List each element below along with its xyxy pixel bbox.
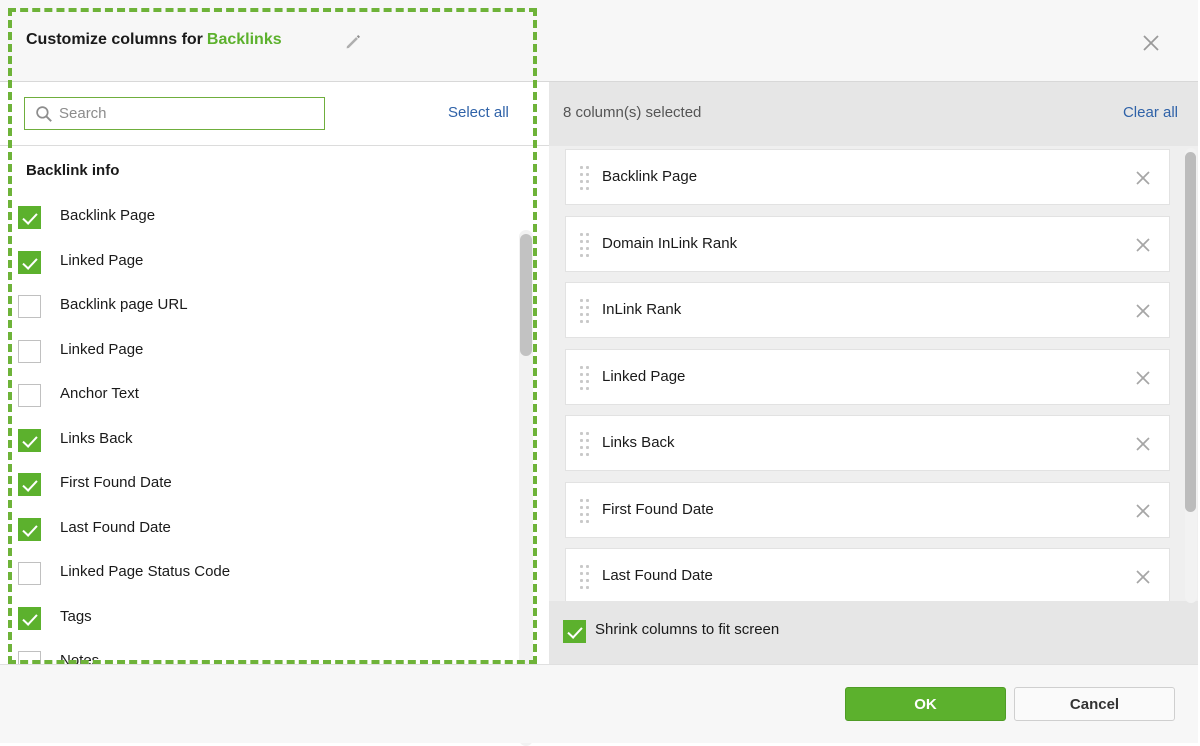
checkbox-checked[interactable] (18, 517, 41, 541)
drag-handle-icon[interactable] (580, 432, 589, 456)
remove-column-icon[interactable] (1133, 567, 1153, 587)
shrink-columns-checkbox[interactable] (563, 620, 586, 643)
drag-handle-icon[interactable] (580, 166, 589, 190)
shrink-columns-label: Shrink columns to fit screen (595, 621, 780, 638)
checkbox-unchecked[interactable] (18, 295, 41, 318)
column-checkbox-label: Last Found Date (60, 518, 171, 536)
column-checkbox-row[interactable]: Last Found Date (0, 508, 500, 552)
page-title-entity: Backlinks (206, 31, 282, 48)
column-checkbox-row[interactable]: Notes (0, 641, 500, 664)
column-checkbox-label: Linked Page Status Code (60, 563, 231, 580)
left-toolbar: Select all (0, 82, 549, 146)
remove-column-icon[interactable] (1133, 501, 1153, 521)
column-checkbox-row[interactable]: First Found Date (0, 463, 500, 507)
column-checkbox-label: Notes (60, 652, 100, 664)
remove-column-icon[interactable] (1133, 168, 1153, 188)
ok-button[interactable]: OK (845, 687, 1006, 721)
column-checkbox-row[interactable]: Links Back (0, 419, 500, 463)
available-columns-list[interactable]: Backlink info Backlink Page Linked Page Ba… (0, 146, 549, 664)
column-checkbox-label: Linked Page (60, 340, 144, 358)
column-checkbox-row[interactable]: Tags (0, 597, 500, 641)
selected-column-item[interactable]: Last Found Date (565, 548, 1170, 601)
checkbox-unchecked[interactable] (18, 562, 41, 585)
column-checkbox-label: Linked Page (60, 251, 144, 269)
select-all-link[interactable]: Select all (448, 104, 509, 121)
group-title: Backlink info (26, 162, 120, 179)
page-title-prefix: Customize columns for (26, 31, 203, 48)
search-icon (35, 105, 53, 123)
dialog-footer: OK Cancel (0, 664, 1200, 743)
selected-column-label: InLink Rank (602, 301, 682, 318)
selected-columns-pane: 8 column(s) selected Clear all Backlink … (549, 82, 1200, 664)
checkbox-unchecked[interactable] (18, 339, 41, 363)
column-checkbox-row[interactable]: Backlink Page (0, 196, 500, 240)
right-toolbar: 8 column(s) selected Clear all (549, 82, 1200, 146)
left-list-scrollbar-thumb[interactable] (520, 234, 532, 356)
drag-handle-icon[interactable] (580, 299, 589, 323)
column-checkbox-label: Anchor Text (60, 385, 139, 402)
selected-column-label: Linked Page (602, 367, 686, 385)
checkbox-checked[interactable] (18, 606, 41, 630)
column-checkbox-label: First Found Date (60, 474, 172, 491)
column-checkbox-label: Tags (60, 607, 92, 625)
column-checkbox-row[interactable]: Backlink page URL (0, 285, 500, 329)
selected-column-label: Backlink Page (602, 168, 698, 185)
checkbox-unchecked[interactable] (18, 651, 41, 664)
remove-column-icon[interactable] (1133, 368, 1153, 388)
dialog-header: Customize columns for Backlinks (0, 0, 1200, 82)
checkbox-unchecked[interactable] (18, 384, 41, 407)
selected-column-label: First Found Date (602, 500, 714, 518)
remove-column-icon[interactable] (1133, 434, 1153, 454)
shrink-columns-bar: Shrink columns to fit screen (549, 601, 1200, 664)
selected-list-scrollbar-thumb[interactable] (1185, 152, 1196, 512)
remove-column-icon[interactable] (1133, 301, 1153, 321)
column-checkbox-label: Backlink page URL (60, 296, 188, 313)
page-title: Customize columns for Backlinks (26, 31, 282, 49)
selected-count-label: 8 column(s) selected (563, 104, 702, 121)
drag-handle-icon[interactable] (580, 498, 589, 523)
checkbox-checked[interactable] (18, 250, 41, 274)
selected-column-label: Last Found Date (602, 567, 713, 584)
checkbox-checked[interactable] (18, 206, 41, 229)
selected-column-item[interactable]: Links Back (565, 415, 1170, 471)
selected-column-item[interactable]: Linked Page (565, 348, 1170, 405)
selected-column-label: Links Back (602, 434, 675, 451)
close-icon[interactable] (1138, 30, 1164, 56)
cancel-button[interactable]: Cancel (1014, 687, 1175, 721)
column-checkbox-row[interactable]: Linked Page Status Code (0, 552, 500, 596)
available-columns-pane: Select all Backlink info Backlink Page Li… (0, 82, 549, 746)
selected-column-item[interactable]: Backlink Page (565, 149, 1170, 205)
drag-handle-icon[interactable] (580, 232, 589, 257)
customize-columns-dialog: Customize columns for Backlinks Search S… (0, 0, 1200, 746)
remove-column-icon[interactable] (1133, 235, 1153, 255)
search-box[interactable] (24, 97, 325, 130)
column-checkbox-row[interactable]: Anchor Text (0, 374, 500, 418)
selected-column-label: Domain InLink Rank (602, 234, 738, 252)
column-checkbox-label: Links Back (60, 429, 133, 447)
drag-handle-icon[interactable] (580, 365, 589, 390)
search-input[interactable] (59, 98, 319, 129)
clear-all-link[interactable]: Clear all (1123, 104, 1178, 121)
selected-column-item[interactable]: First Found Date (565, 481, 1170, 538)
selected-columns-list[interactable]: Backlink Page Domain InLink Rank InLink Ra… (549, 146, 1200, 601)
checkbox-checked[interactable] (18, 428, 41, 452)
column-checkbox-row[interactable]: Linked Page (0, 241, 500, 285)
drag-handle-icon[interactable] (580, 565, 589, 589)
selected-column-item[interactable]: Domain InLink Rank (565, 215, 1170, 272)
selected-column-item[interactable]: InLink Rank (565, 282, 1170, 338)
column-checkbox-row[interactable]: Linked Page (0, 330, 500, 374)
column-checkbox-label: Backlink Page (60, 207, 156, 224)
checkbox-checked[interactable] (18, 473, 41, 496)
pencil-icon[interactable] (344, 32, 362, 50)
